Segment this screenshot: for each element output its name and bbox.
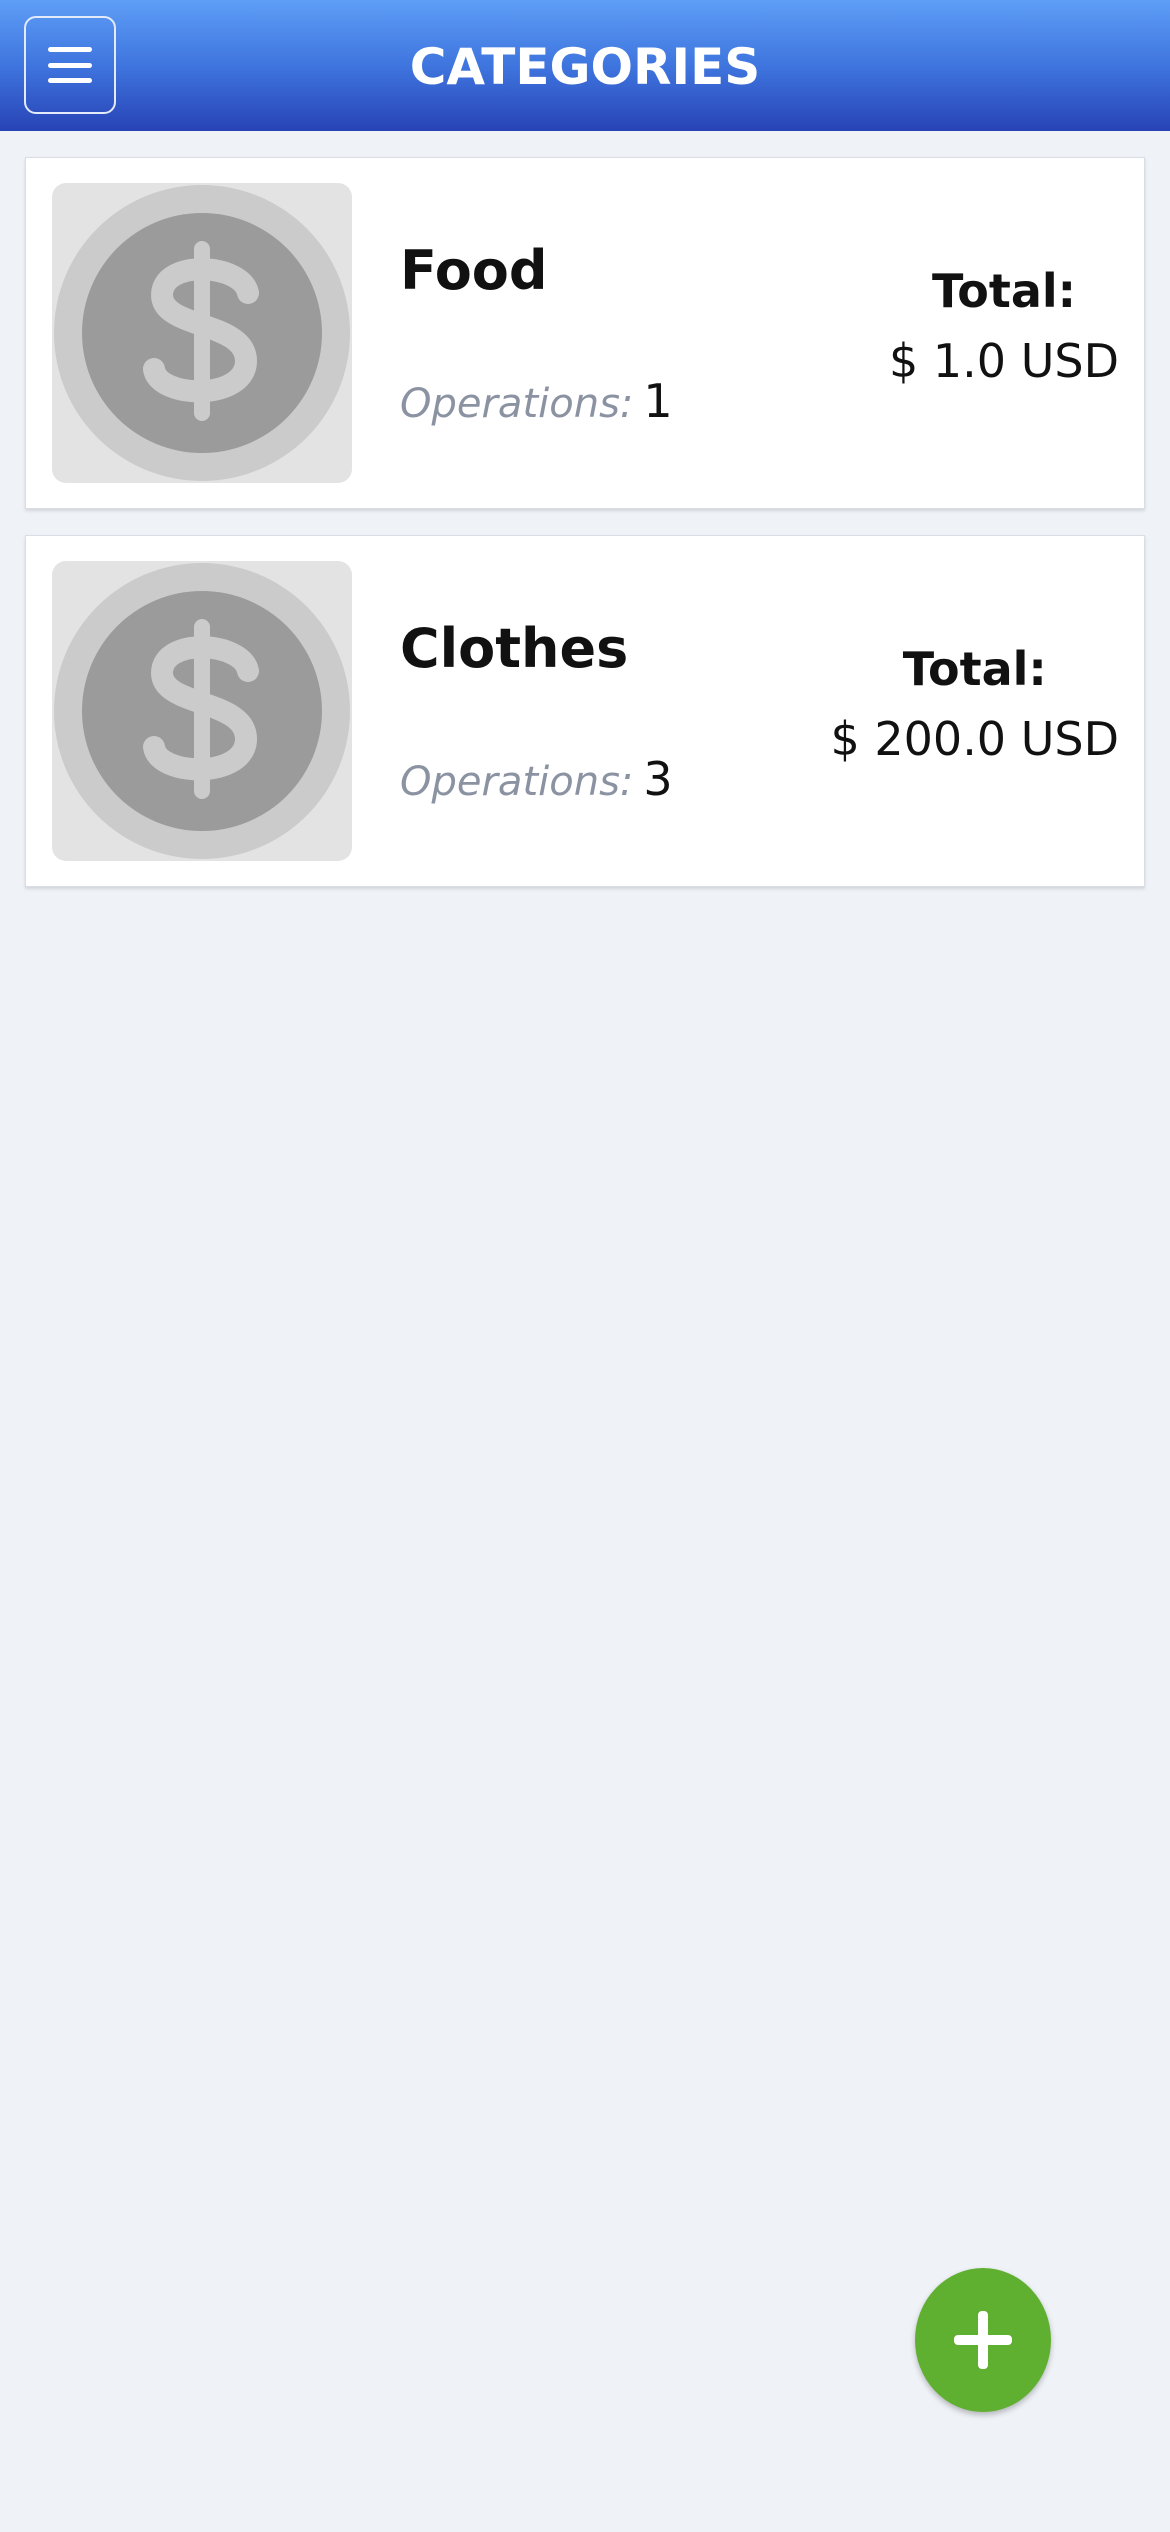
total-amount: $ 200.0 USD xyxy=(830,712,1120,766)
plus-icon xyxy=(954,2311,1012,2369)
operations-count: 3 xyxy=(643,752,673,806)
category-card-clothes[interactable]: Clothes Operations: 3 Total: $ 200.0 USD xyxy=(25,535,1145,887)
category-card-food[interactable]: Food Operations: 1 Total: $ 1.0 USD xyxy=(25,157,1145,509)
operations-info: Operations: 3 xyxy=(400,756,673,802)
hamburger-menu-icon xyxy=(48,47,92,83)
page-title: CATEGORIES xyxy=(409,38,761,96)
category-name: Clothes xyxy=(400,617,629,680)
menu-button[interactable] xyxy=(24,16,116,114)
total-label: Total: xyxy=(902,642,1047,696)
app-header: CATEGORIES xyxy=(0,0,1170,131)
total-block: Total: $ 200.0 USD xyxy=(831,646,1120,762)
dollar-coin-icon xyxy=(54,185,350,481)
total-block: Total: $ 1.0 USD xyxy=(889,268,1119,384)
dollar-coin-icon xyxy=(54,563,350,859)
add-category-button[interactable] xyxy=(915,2268,1051,2412)
total-amount: $ 1.0 USD xyxy=(889,334,1119,388)
total-label: Total: xyxy=(931,264,1077,318)
category-image xyxy=(52,183,352,483)
operations-label: Operations: xyxy=(400,759,634,805)
operations-label: Operations: xyxy=(400,381,634,427)
operations-count: 1 xyxy=(643,374,673,428)
operations-info: Operations: 1 xyxy=(400,378,673,424)
category-name: Food xyxy=(400,239,548,302)
category-image xyxy=(52,561,352,861)
